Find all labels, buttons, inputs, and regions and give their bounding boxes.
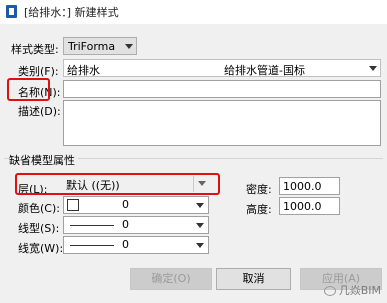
color-label: 颜色(C): — [18, 202, 60, 215]
style-type-select[interactable]: TriForma — [63, 37, 137, 55]
category-value-right: 给排水管道-国标 — [224, 64, 305, 77]
lineweight-sample — [70, 245, 114, 246]
color-select[interactable]: 0 — [63, 196, 209, 214]
density-input[interactable]: 1000.0 — [279, 177, 340, 195]
lineweight-select[interactable]: 0 — [63, 236, 209, 254]
color-value: 0 — [122, 198, 129, 211]
linetype-select[interactable]: 0 — [63, 216, 209, 234]
layer-select-separator — [193, 176, 194, 192]
linetype-value: 0 — [122, 218, 129, 231]
chevron-down-icon — [196, 243, 204, 248]
height-input[interactable]: 1000.0 — [279, 197, 340, 215]
linetype-label: 线型(S): — [18, 222, 60, 235]
layer-select[interactable]: 默认 ((无)) — [63, 176, 209, 192]
linetype-sample — [70, 225, 114, 226]
app-icon — [6, 5, 17, 18]
description-label: 描述(D): — [18, 105, 61, 118]
name-input[interactable] — [63, 80, 381, 98]
window-title: [给排水：] 新建样式 — [24, 6, 119, 19]
watermark: 几焱BIM — [323, 282, 381, 298]
chevron-down-icon — [198, 181, 206, 186]
name-label-highlight — [7, 78, 50, 101]
layer-value: 默认 ((无)) — [66, 179, 120, 192]
chevron-down-icon — [196, 223, 204, 228]
lineweight-label: 线宽(W): — [18, 242, 64, 255]
description-textarea[interactable] — [63, 100, 381, 146]
category-select[interactable]: 给排水 给排水管道-国标 — [63, 59, 381, 77]
chevron-down-icon — [125, 44, 133, 49]
density-label: 密度: — [246, 183, 272, 196]
style-type-value: TriForma — [68, 40, 116, 53]
chevron-down-icon — [369, 66, 377, 71]
wechat-icon — [323, 286, 336, 296]
color-swatch — [67, 199, 79, 211]
lineweight-value: 0 — [122, 238, 129, 251]
height-label: 高度: — [246, 203, 272, 216]
style-type-label: 样式类型: — [11, 43, 59, 56]
category-value-left: 给排水 — [67, 64, 100, 77]
category-label: 类别(F): — [18, 65, 59, 78]
section-title: 缺省模型属性 — [9, 152, 78, 168]
cancel-button[interactable]: 取消 — [216, 268, 291, 290]
ok-button[interactable]: 确定(O) — [130, 268, 212, 290]
density-value: 1000.0 — [283, 180, 322, 193]
watermark-text: 几焱BIM — [338, 284, 381, 297]
chevron-down-icon — [196, 203, 204, 208]
height-value: 1000.0 — [283, 200, 322, 213]
